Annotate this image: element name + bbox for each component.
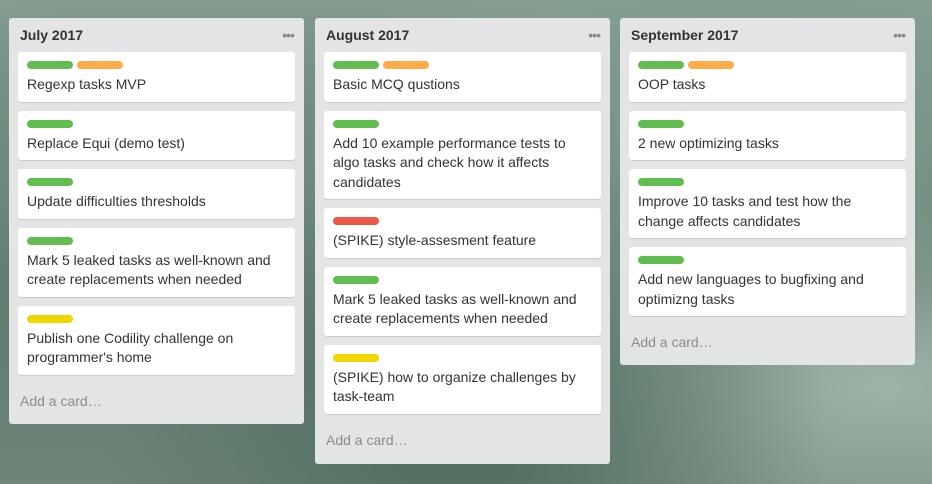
- add-card-button[interactable]: Add a card…: [620, 325, 915, 359]
- ellipsis-icon[interactable]: •••: [282, 28, 295, 42]
- list-header: September 2017 •••: [620, 18, 915, 52]
- list-title: August 2017: [326, 27, 410, 43]
- label-green: [638, 119, 684, 128]
- list-july-2017: July 2017 ••• Regexp tasks MVP Replace E…: [9, 18, 304, 424]
- card-title: Improve 10 tasks and test how the change…: [638, 193, 852, 229]
- card-title: Regexp tasks MVP: [27, 76, 147, 92]
- card[interactable]: Publish one Codility challenge on progra…: [18, 305, 295, 375]
- card-title: Add 10 example performance tests to algo…: [333, 134, 566, 190]
- card-title: Replace Equi (demo test): [27, 134, 185, 151]
- card-title: Basic MCQ qustions: [333, 76, 460, 92]
- label-green: [333, 61, 379, 69]
- label-green: [27, 119, 73, 128]
- label-green: [638, 256, 684, 264]
- list-title: September 2017: [631, 27, 739, 43]
- label-green: [27, 61, 73, 69]
- list-august-2017: August 2017 ••• Basic MCQ qustions Add 1…: [315, 18, 610, 464]
- card-title: Publish one Codility challenge on progra…: [27, 329, 234, 366]
- card-title: Update difficulties thresholds: [27, 193, 206, 209]
- card[interactable]: (SPIKE) style-assesment feature: [324, 208, 601, 258]
- label-green: [333, 275, 379, 284]
- label-yellow: [27, 314, 73, 323]
- card[interactable]: Replace Equi (demo test): [18, 110, 295, 160]
- card-title: (SPIKE) how to organize challenges by ta…: [333, 368, 576, 405]
- ellipsis-icon[interactable]: •••: [893, 28, 906, 42]
- add-card-button[interactable]: Add a card…: [315, 423, 610, 457]
- list-header: August 2017 •••: [315, 18, 610, 52]
- card[interactable]: Basic MCQ qustions: [324, 52, 601, 102]
- label-orange: [383, 61, 429, 69]
- label-green: [333, 119, 379, 128]
- ellipsis-icon[interactable]: •••: [588, 28, 601, 42]
- card[interactable]: Improve 10 tasks and test how the change…: [629, 169, 906, 238]
- card-title: (SPIKE) style-assesment feature: [333, 232, 537, 248]
- label-green: [27, 178, 73, 186]
- card-title: Mark 5 leaked tasks as well-known and cr…: [333, 290, 577, 327]
- card[interactable]: Mark 5 leaked tasks as well-known and cr…: [18, 227, 295, 297]
- card-title: 2 new optimizing tasks: [638, 134, 779, 151]
- list-header: July 2017 •••: [9, 18, 304, 52]
- list-title: July 2017: [20, 27, 84, 43]
- label-orange: [77, 61, 123, 69]
- label-red: [333, 217, 379, 225]
- add-card-button[interactable]: Add a card…: [9, 384, 304, 418]
- label-green: [638, 61, 684, 69]
- card-title: Mark 5 leaked tasks as well-known and cr…: [27, 251, 271, 288]
- list-september-2017: September 2017 ••• OOP tasks 2 new optim…: [620, 18, 915, 365]
- label-orange: [688, 61, 734, 69]
- label-green: [27, 236, 73, 245]
- card[interactable]: Regexp tasks MVP: [18, 52, 295, 102]
- card-title: Add new languages to bugfixing and optim…: [638, 271, 864, 307]
- card[interactable]: Mark 5 leaked tasks as well-known and cr…: [324, 266, 601, 336]
- card[interactable]: Add new languages to bugfixing and optim…: [629, 247, 906, 316]
- card[interactable]: 2 new optimizing tasks: [629, 110, 906, 160]
- label-green: [638, 178, 684, 186]
- card[interactable]: Add 10 example performance tests to algo…: [324, 110, 601, 199]
- card-title: OOP tasks: [638, 76, 706, 92]
- board: July 2017 ••• Regexp tasks MVP Replace E…: [0, 0, 932, 484]
- card[interactable]: OOP tasks: [629, 52, 906, 102]
- label-yellow: [333, 353, 379, 362]
- card[interactable]: Update difficulties thresholds: [18, 169, 295, 219]
- card[interactable]: (SPIKE) how to organize challenges by ta…: [324, 344, 601, 414]
